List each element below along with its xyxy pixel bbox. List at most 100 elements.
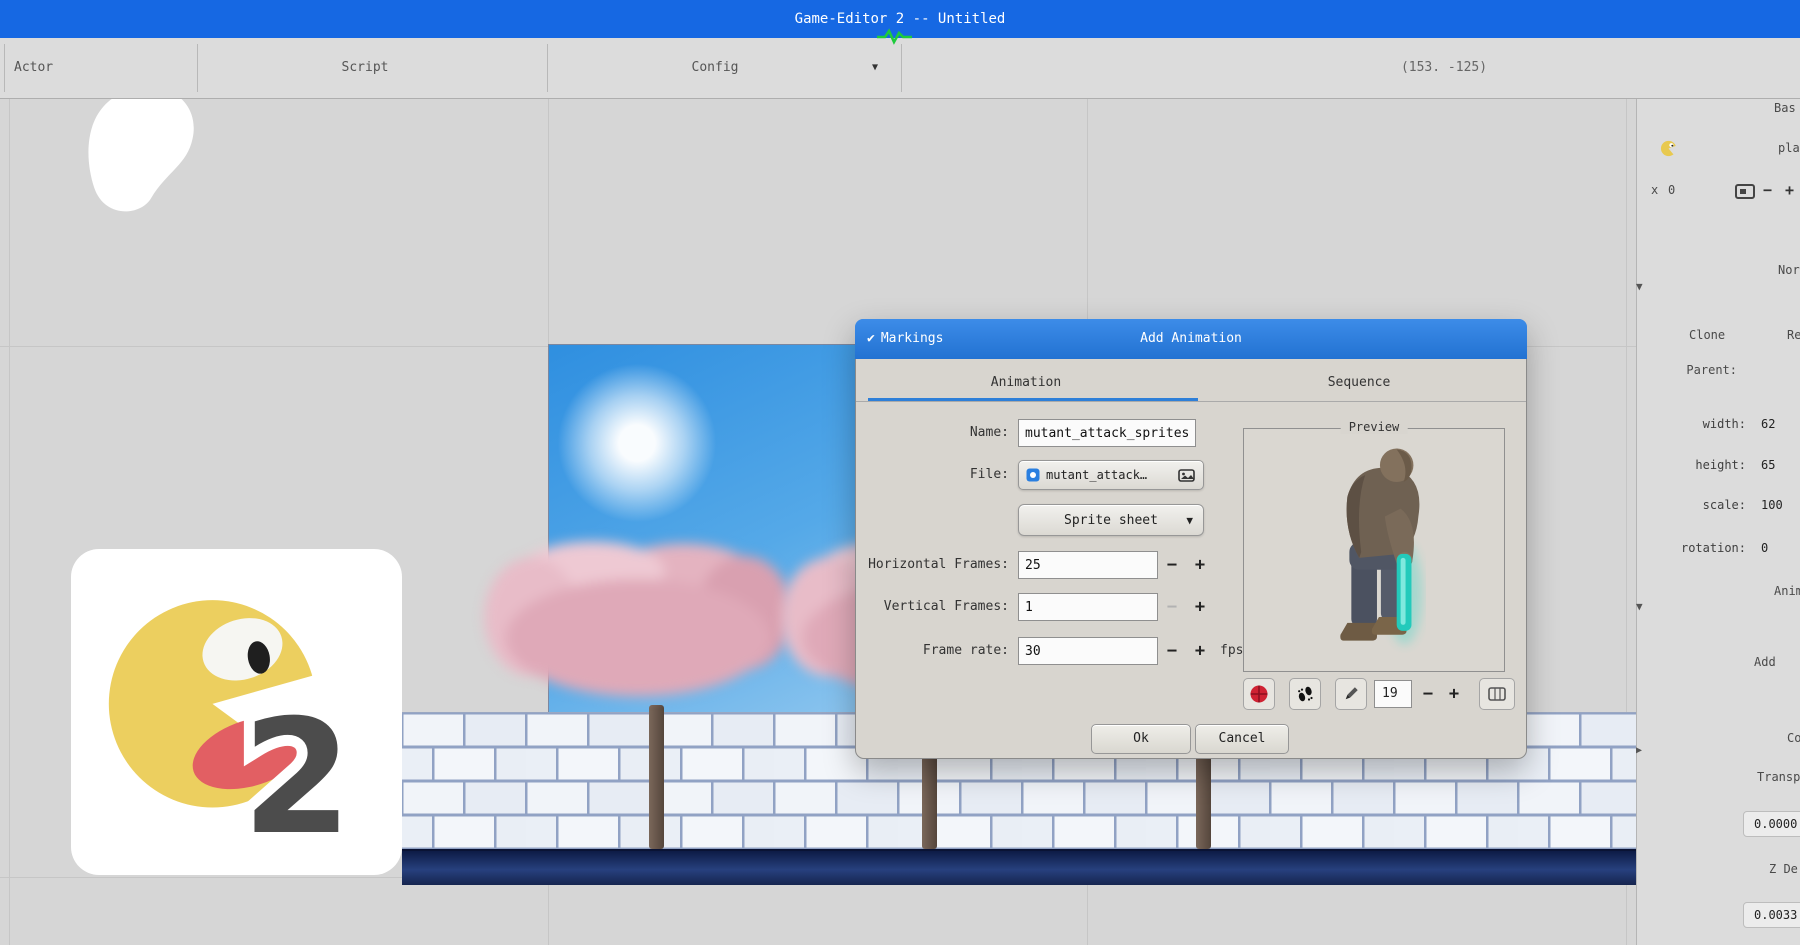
tree-trunk: [649, 705, 664, 849]
hframes-input[interactable]: [1018, 551, 1158, 579]
animation-type-value: Sprite sheet: [1064, 513, 1158, 528]
rotation-value[interactable]: 0: [1761, 541, 1768, 555]
height-value[interactable]: 65: [1761, 458, 1775, 472]
rotation-label: rotation:: [1637, 541, 1746, 555]
width-label: width:: [1637, 417, 1746, 431]
vframes-input[interactable]: [1018, 593, 1158, 621]
menu-config[interactable]: Config ▼: [660, 38, 770, 98]
hframes-label: Horizontal Frames:: [856, 550, 1009, 580]
x-decrement-button[interactable]: −: [1763, 181, 1772, 199]
collapse-section-icon[interactable]: ▼: [1636, 280, 1643, 293]
pencil-icon: [1342, 685, 1360, 703]
x-coordinate-label: x: [1651, 183, 1658, 197]
edit-frame-button[interactable]: [1335, 678, 1367, 710]
hframes-decrement-button[interactable]: −: [1160, 550, 1184, 580]
add-animation-button[interactable]: Add: [1754, 655, 1776, 669]
framerate-decrement-button[interactable]: −: [1160, 636, 1184, 666]
parent-label: Parent:: [1677, 363, 1737, 377]
transparency-input[interactable]: 0.0000: [1743, 811, 1800, 837]
tab-animation[interactable]: Animation: [946, 368, 1106, 398]
menu-divider: [4, 44, 5, 92]
vframes-decrement-button[interactable]: −: [1160, 592, 1184, 622]
scale-value[interactable]: 100: [1761, 498, 1783, 512]
framerate-increment-button[interactable]: +: [1188, 636, 1212, 666]
framerate-input[interactable]: [1018, 637, 1158, 665]
check-icon: ✔: [867, 331, 875, 346]
color-section-label: Col: [1787, 731, 1800, 745]
grid-line: [9, 99, 10, 945]
tab-divider: [856, 401, 1526, 402]
scale-label: scale:: [1637, 498, 1746, 512]
footprints-button[interactable]: [1289, 678, 1321, 710]
chevron-down-icon: ▼: [872, 38, 878, 98]
name-label: Name:: [856, 418, 1009, 448]
image-file-icon: [1026, 468, 1040, 482]
actor-pacman-icon: [1660, 139, 1679, 158]
svg-text:2: 2: [241, 686, 351, 862]
preview-label: Preview: [1341, 420, 1408, 434]
actor-name[interactable]: pla: [1778, 141, 1800, 155]
menu-script[interactable]: Script: [330, 38, 400, 98]
menu-config-label: Config: [692, 60, 739, 75]
add-animation-dialog: Add Animation ✔ Markings Animation Sequen…: [855, 319, 1527, 759]
framerate-label: Frame rate:: [856, 636, 1009, 666]
x-coordinate-value[interactable]: 0: [1668, 183, 1675, 197]
frame-grid-button[interactable]: [1479, 678, 1515, 710]
zdepth-label: Z De: [1769, 862, 1798, 876]
x-increment-button[interactable]: +: [1785, 181, 1794, 199]
menu-divider: [547, 44, 548, 92]
remove-button[interactable]: Re: [1787, 328, 1800, 342]
collapse-section-icon[interactable]: ▼: [1636, 600, 1643, 613]
hframes-increment-button[interactable]: +: [1188, 550, 1212, 580]
snap-icon-button[interactable]: [1734, 183, 1756, 201]
game-editor-window: Game-Editor 2 -- Untitled Actor Script C…: [0, 0, 1800, 945]
menu-divider: [901, 44, 902, 92]
pacman-mascot-icon: 2: [87, 562, 387, 862]
file-picker-button[interactable]: mutant_attack…: [1018, 460, 1204, 490]
animation-section-label: Anim: [1774, 584, 1800, 598]
mutant-sprite-preview: [1306, 433, 1444, 665]
tab-sequence[interactable]: Sequence: [1279, 368, 1439, 398]
zdepth-input[interactable]: 0.0033: [1743, 902, 1800, 928]
tab-basic[interactable]: Bas: [1774, 101, 1796, 115]
blend-mode-label: Nor: [1778, 263, 1800, 277]
scene-water[interactable]: [402, 849, 1636, 885]
clone-button[interactable]: Clone: [1689, 328, 1725, 342]
paw-icon: [1296, 685, 1314, 703]
menu-bar: Actor Script Config ▼ (153. -125): [0, 38, 1800, 99]
film-strip-icon: [1488, 687, 1506, 701]
vframes-label: Vertical Frames:: [856, 592, 1009, 622]
frame-decrement-button[interactable]: −: [1416, 678, 1440, 710]
menu-divider: [197, 44, 198, 92]
expand-section-icon[interactable]: ▶: [1636, 745, 1642, 756]
markings-checkbox[interactable]: ✔ Markings: [867, 319, 943, 359]
frame-number-input[interactable]: 19: [1374, 680, 1412, 708]
animation-preview-panel: Preview: [1243, 428, 1505, 672]
actor-properties-panel: Bas pla x 0 − + Nor ▼ Clone Re Parent: w…: [1636, 99, 1800, 945]
white-blob-logo: [80, 84, 212, 220]
name-input[interactable]: [1018, 419, 1196, 447]
chevron-down-icon: ▼: [1186, 514, 1193, 527]
height-label: height:: [1637, 458, 1746, 472]
fps-label: fps: [1220, 636, 1243, 666]
animation-type-dropdown[interactable]: Sprite sheet ▼: [1018, 504, 1204, 536]
file-name: mutant_attack…: [1046, 468, 1172, 482]
cancel-button[interactable]: Cancel: [1195, 724, 1289, 754]
game-editor-2-logo: 2: [71, 549, 402, 875]
pulse-icon: [876, 28, 914, 45]
file-label: File:: [856, 460, 1009, 490]
cursor-coordinates: (153. -125): [1344, 38, 1544, 98]
vframes-increment-button[interactable]: +: [1188, 592, 1212, 622]
dialog-titlebar[interactable]: Add Animation ✔ Markings: [855, 319, 1527, 359]
sun-glow: [557, 363, 717, 523]
menu-actor[interactable]: Actor: [14, 38, 53, 98]
dialog-title: Add Animation: [855, 319, 1527, 359]
open-image-icon: [1178, 468, 1196, 483]
width-value[interactable]: 62: [1761, 417, 1775, 431]
origin-point-button[interactable]: [1243, 678, 1275, 710]
red-ball-icon: [1249, 684, 1269, 704]
transparency-label: Transpa: [1757, 770, 1800, 784]
markings-label: Markings: [881, 331, 944, 346]
ok-button[interactable]: Ok: [1091, 724, 1191, 754]
frame-increment-button[interactable]: +: [1442, 678, 1466, 710]
